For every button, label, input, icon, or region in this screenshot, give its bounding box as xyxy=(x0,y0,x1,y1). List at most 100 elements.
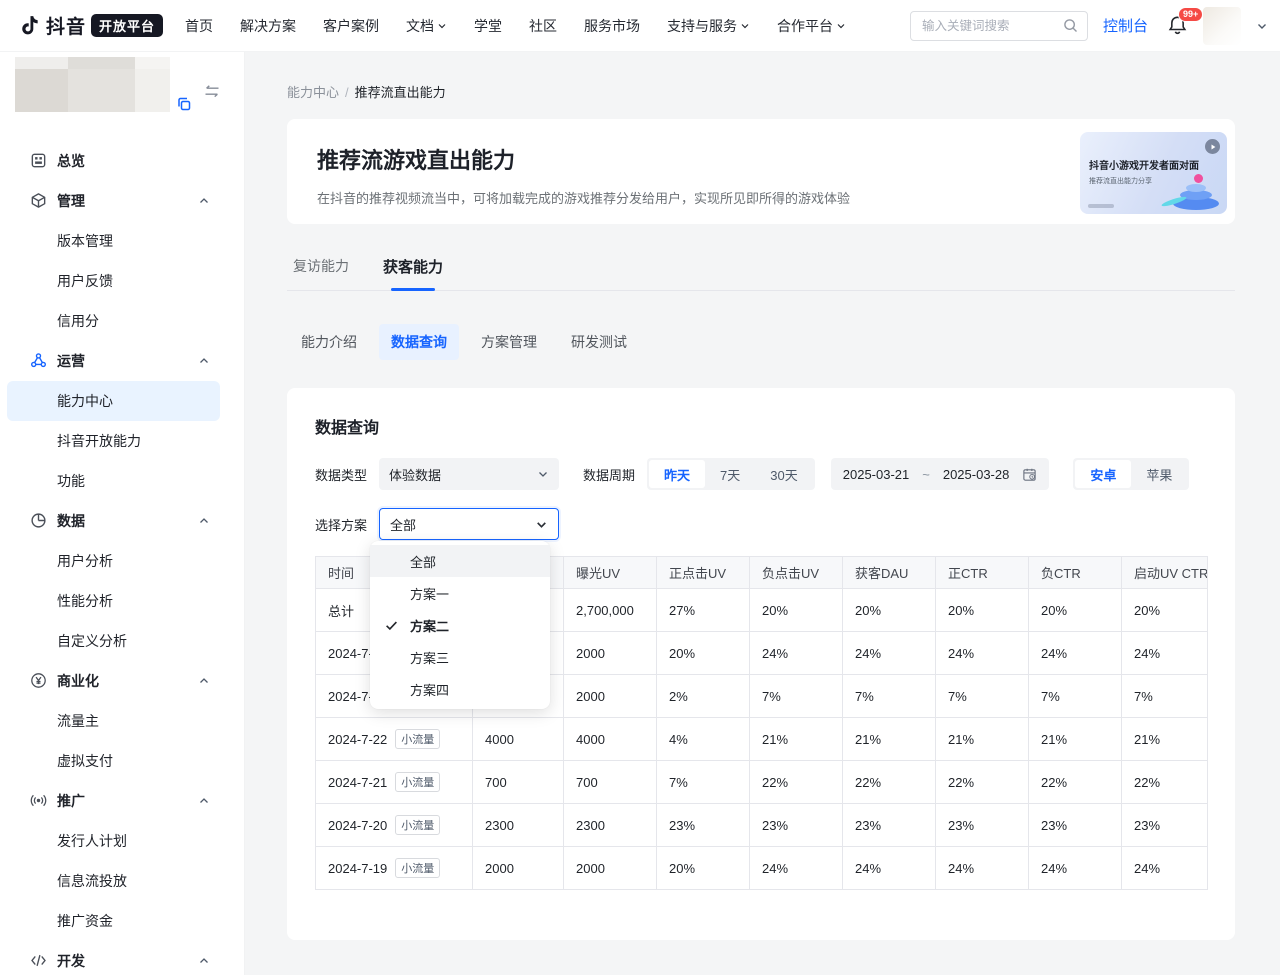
account-chevron-down-icon[interactable] xyxy=(1256,20,1268,32)
data-cell: 4% xyxy=(657,718,750,761)
notification-bell[interactable]: 99+ xyxy=(1167,15,1188,36)
data-cell: 7% xyxy=(657,761,750,804)
plan-option-方案四[interactable]: 方案四 xyxy=(370,673,550,705)
sidebar-section-推广[interactable]: 推广 xyxy=(7,781,220,821)
subtab-数据查询[interactable]: 数据查询 xyxy=(379,324,459,360)
sidebar-item-label: 性能分析 xyxy=(57,591,113,611)
plan-option-全部[interactable]: 全部 xyxy=(370,545,550,577)
copy-icon[interactable] xyxy=(176,96,192,112)
search-icon xyxy=(1063,18,1078,33)
data-cell: 7% xyxy=(750,675,843,718)
plan-select[interactable]: 全部 xyxy=(379,508,559,540)
date-range-picker[interactable]: 2025-03-21 ~ 2025-03-28 xyxy=(831,458,1050,490)
subtab-方案管理[interactable]: 方案管理 xyxy=(469,324,549,360)
chevron-up-icon xyxy=(198,515,210,527)
sidebar-item-功能[interactable]: 功能 xyxy=(7,461,220,501)
data-cell: 24% xyxy=(1029,847,1122,890)
sidebar-item-版本管理[interactable]: 版本管理 xyxy=(7,221,220,261)
sidebar-item-信用分[interactable]: 信用分 xyxy=(7,301,220,341)
period-7天[interactable]: 7天 xyxy=(705,460,755,488)
period-30天[interactable]: 30天 xyxy=(755,460,812,488)
data-cell: 22% xyxy=(843,761,936,804)
nav-item-解决方案[interactable]: 解决方案 xyxy=(240,16,296,36)
os-苹果[interactable]: 苹果 xyxy=(1131,460,1187,488)
tab-复访能力[interactable]: 复访能力 xyxy=(293,256,349,290)
time-cell: 2024-7-21小流量 xyxy=(316,761,473,804)
column-header: 正点击UV xyxy=(657,557,750,589)
data-cell: 2% xyxy=(657,675,750,718)
sidebar-section-商业化[interactable]: 商业化 xyxy=(7,661,220,701)
data-cell: 27% xyxy=(657,589,750,632)
data-cell: 21% xyxy=(936,718,1029,761)
sidebar-item-能力中心[interactable]: 能力中心 xyxy=(7,381,220,421)
sidebar-item-label: 流量主 xyxy=(57,711,99,731)
plan-dropdown: 全部方案一方案二方案三方案四 xyxy=(370,541,550,709)
breadcrumb-parent[interactable]: 能力中心 xyxy=(287,85,339,100)
section-collapse-control[interactable] xyxy=(198,355,210,367)
overview-icon xyxy=(30,152,47,169)
avatar[interactable] xyxy=(1203,7,1241,45)
subtab-能力介绍[interactable]: 能力介绍 xyxy=(289,324,369,360)
section-collapse-control[interactable] xyxy=(198,515,210,527)
sidebar-item-自定义分析[interactable]: 自定义分析 xyxy=(7,621,220,661)
data-cell: 4000 xyxy=(564,718,657,761)
sidebar-item-用户分析[interactable]: 用户分析 xyxy=(7,541,220,581)
section-collapse-control[interactable] xyxy=(198,955,210,967)
sidebar-section-总览[interactable]: 总览 xyxy=(7,141,220,181)
placeholder-block xyxy=(15,69,68,112)
sidebar-item-虚拟支付[interactable]: 虚拟支付 xyxy=(7,741,220,781)
search-input[interactable] xyxy=(920,18,1063,34)
nav-item-支持与服务[interactable]: 支持与服务 xyxy=(667,16,750,36)
data-cell: 4000 xyxy=(473,718,564,761)
sidebar-item-信息流投放[interactable]: 信息流投放 xyxy=(7,861,220,901)
data-cell: 2300 xyxy=(473,804,564,847)
sidebar-item-流量主[interactable]: 流量主 xyxy=(7,701,220,741)
broadcast-icon xyxy=(30,792,47,809)
switch-app-icon[interactable] xyxy=(203,84,221,99)
top-navbar: 抖音 开放平台 首页 解决方案 客户案例 文档 学堂 社区 服务市场 支持与服务 合作平台 控制… xyxy=(0,0,1280,52)
nav-item-合作平台[interactable]: 合作平台 xyxy=(777,16,846,36)
capability-header-card: 推荐流游戏直出能力 在抖音的推荐视频流当中，可将加载完成的游戏推荐分发给用户，实… xyxy=(287,119,1235,224)
nav-menu: 首页 解决方案 客户案例 文档 学堂 社区 服务市场 支持与服务 合作平台 xyxy=(185,16,846,36)
sidebar-section-管理[interactable]: 管理 xyxy=(7,181,220,221)
console-link[interactable]: 控制台 xyxy=(1103,15,1148,36)
nav-item-文档[interactable]: 文档 xyxy=(406,16,447,36)
data-cell: 2000 xyxy=(564,847,657,890)
section-collapse-control[interactable] xyxy=(198,795,210,807)
sidebar-section-运营[interactable]: 运营 xyxy=(7,341,220,381)
table-row: 2024-7-22小流量400040004%21%21%21%21%21% xyxy=(316,718,1208,761)
period-昨天[interactable]: 昨天 xyxy=(649,460,705,488)
nav-item-社区[interactable]: 社区 xyxy=(529,16,557,36)
nav-item-学堂[interactable]: 学堂 xyxy=(474,16,502,36)
chevron-up-icon xyxy=(198,355,210,367)
plan-option-方案二[interactable]: 方案二 xyxy=(370,609,550,641)
os-安卓[interactable]: 安卓 xyxy=(1075,460,1131,488)
placeholder-block xyxy=(68,57,135,69)
play-icon xyxy=(1205,139,1220,154)
tab-获客能力[interactable]: 获客能力 xyxy=(383,256,443,290)
data-type-select[interactable]: 体验数据 xyxy=(379,458,559,490)
data-cell: 24% xyxy=(936,632,1029,675)
plan-option-方案三[interactable]: 方案三 xyxy=(370,641,550,673)
sidebar-item-发行人计划[interactable]: 发行人计划 xyxy=(7,821,220,861)
promo-banner[interactable]: 抖音小游戏开发者面对面 推荐流直出能力分享 xyxy=(1080,132,1227,214)
sidebar-item-性能分析[interactable]: 性能分析 xyxy=(7,581,220,621)
sidebar-item-抖音开放能力[interactable]: 抖音开放能力 xyxy=(7,421,220,461)
plan-option-方案一[interactable]: 方案一 xyxy=(370,577,550,609)
sidebar-item-用户反馈[interactable]: 用户反馈 xyxy=(7,261,220,301)
nav-item-首页[interactable]: 首页 xyxy=(185,16,213,36)
brand-logo[interactable]: 抖音 开放平台 xyxy=(16,12,163,39)
section-collapse-control[interactable] xyxy=(198,675,210,687)
search-box[interactable] xyxy=(910,11,1088,41)
section-collapse-control[interactable] xyxy=(198,195,210,207)
nav-item-服务市场[interactable]: 服务市场 xyxy=(584,16,640,36)
chevron-up-icon xyxy=(198,955,210,967)
data-cell: 20% xyxy=(843,589,936,632)
sidebar-item-推广资金[interactable]: 推广资金 xyxy=(7,901,220,941)
sidebar-section-数据[interactable]: 数据 xyxy=(7,501,220,541)
subtab-研发测试[interactable]: 研发测试 xyxy=(559,324,639,360)
sidebar-section-开发[interactable]: 开发 xyxy=(7,941,220,975)
data-cell: 24% xyxy=(1029,632,1122,675)
sidebar-section-label: 推广 xyxy=(57,791,85,811)
nav-item-客户案例[interactable]: 客户案例 xyxy=(323,16,379,36)
